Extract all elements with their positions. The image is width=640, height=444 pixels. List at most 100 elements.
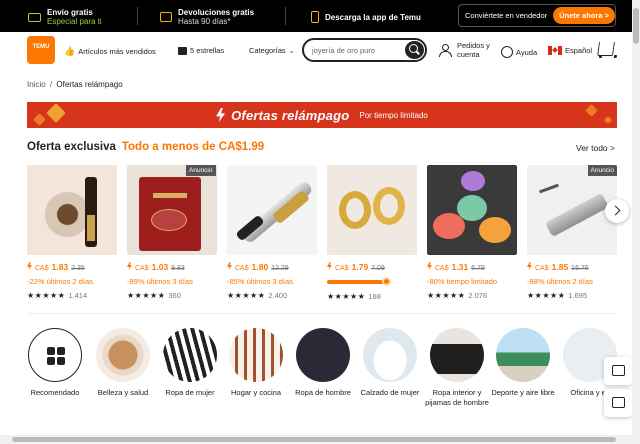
product-image-pen[interactable] (227, 165, 317, 255)
rating-row: ★★★★★ 360 (127, 291, 217, 300)
breadcrumb-home[interactable]: Inicio (27, 80, 46, 89)
join-now-button[interactable]: Únete ahora > (553, 7, 615, 24)
lightning-icon (27, 262, 32, 270)
vertical-scrollbar[interactable] (632, 0, 640, 444)
thumbs-up-icon: 👍 (64, 46, 76, 56)
leaf-decoration (585, 104, 598, 117)
price: 1.83 (51, 262, 69, 272)
free-returns-promo[interactable]: Devoluciones gratis Hasta 90 días* (160, 8, 254, 26)
horizontal-scrollbar[interactable] (0, 435, 632, 444)
scrollbar-thumb[interactable] (633, 8, 639, 44)
lightning-icon (427, 262, 432, 270)
price: 1.31 (451, 262, 469, 272)
become-seller-banner[interactable]: Conviértete en vendedor Únete ahora > (458, 4, 616, 27)
rating-row: ★★★★★ 1.414 (27, 291, 117, 300)
chat-button[interactable] (604, 357, 632, 385)
best-sellers-label: Artículos más vendidos (78, 47, 156, 56)
product-card[interactable]: CA$ 1.79 7.09 ★★★★★ 168 (327, 165, 417, 301)
help-label: Ayuda (516, 47, 538, 57)
truck-icon (28, 12, 41, 22)
returns-sub: Hasta 90 días* (178, 17, 231, 26)
user-icon (439, 44, 452, 57)
category-mens-underwear[interactable]: Ropa interior y pijamas de hombre (424, 328, 490, 408)
category-home-kitchen[interactable]: Hogar y cocina (223, 328, 289, 398)
category-womens-clothing[interactable]: Ropa de mujer (157, 328, 223, 398)
star-box-icon (178, 46, 187, 55)
product-image-mascara[interactable] (27, 165, 117, 255)
earring-left (339, 191, 371, 229)
leaf-decoration (603, 115, 613, 125)
carousel-next-button[interactable] (605, 199, 629, 223)
category-beauty[interactable]: Belleza y salud (90, 328, 156, 398)
product-card[interactable]: CA$ 1.03 9.83 -89% últimos 3 días ★★★★★ 360 (127, 165, 217, 300)
star-rating: ★★★★★ (527, 291, 566, 300)
free-shipping-promo[interactable]: Envío gratis Especial para ti (28, 8, 102, 26)
app-label: Descarga la app de Temu (325, 12, 421, 22)
scrollbar-thumb[interactable] (12, 437, 616, 442)
lightning-icon (127, 262, 132, 270)
category-mens-clothing[interactable]: Ropa de hombre (290, 328, 356, 398)
breadcrumb-current: Ofertas relámpago (56, 80, 123, 89)
old-price: 7.09 (371, 265, 385, 272)
category-label: Calzado de mujer (360, 388, 420, 397)
language-selector[interactable]: Español (548, 46, 592, 55)
categories-dropdown[interactable]: Categorías ⌄ (249, 46, 295, 55)
best-sellers-link[interactable]: 👍 Artículos más vendidos (64, 46, 156, 57)
review-count: 360 (168, 291, 181, 300)
divider (137, 7, 138, 25)
return-box-icon (160, 12, 172, 22)
flash-deals-banner[interactable]: Ofertas relámpago Por tiempo limitado (27, 102, 617, 128)
search-icon[interactable] (405, 41, 424, 59)
old-price: 12.29 (271, 265, 289, 272)
orders-account-link[interactable]: Pedidos y cuenta (439, 41, 499, 59)
returns-title: Devoluciones gratis (178, 8, 255, 17)
category-recommended[interactable]: Recomendado (22, 328, 88, 398)
product-card[interactable]: CA$ 1.83 2.35 -22% últimos 2 días ★★★★★ 1.4… (27, 165, 117, 300)
category-image (96, 328, 150, 382)
ad-badge: Anuncio (587, 165, 617, 176)
product-card[interactable]: CA$ 1.80 12.29 -85% últimos 3 días ★★★★★ 2.… (227, 165, 317, 300)
rating-row: ★★★★★ 168 (327, 292, 417, 301)
feedback-button[interactable] (604, 389, 632, 417)
download-app-link[interactable]: Descarga la app de Temu (311, 11, 421, 23)
help-link[interactable]: Ayuda (501, 46, 537, 58)
section-title-text: Oferta exclusiva (27, 141, 116, 153)
promo-topbar: Envío gratis Especial para ti Devolucione… (0, 0, 632, 32)
product-image-usb-hub[interactable]: Anuncio (527, 165, 617, 255)
banner-subtitle: Por tiempo limitado (359, 110, 428, 120)
product-card[interactable]: Anuncio CA$ 1.85 16.76 -88% últimos 2 días… (527, 165, 617, 300)
cart-icon[interactable] (597, 42, 615, 56)
chevron-down-icon: ⌄ (288, 47, 295, 55)
price: 1.85 (551, 262, 569, 272)
temu-logo[interactable]: TEMU (27, 36, 55, 64)
product-image-passport[interactable] (127, 165, 217, 255)
category-label: Belleza y salud (97, 388, 149, 397)
usb-cable (539, 183, 559, 194)
ad-badge: Anuncio (186, 165, 216, 176)
join-arrow: > (604, 11, 609, 20)
five-stars-label: 5 estrellas (190, 46, 225, 55)
breadcrumb-separator: / (49, 80, 53, 89)
old-price: 9.83 (171, 265, 185, 272)
usb-hub-body (544, 192, 610, 238)
price-row: CA$ 1.85 16.76 (527, 262, 617, 272)
old-price: 2.35 (71, 265, 85, 272)
category-sports-outdoors[interactable]: Deporte y aire libre (490, 328, 556, 398)
review-count: 1.695 (568, 291, 588, 300)
product-image-sponges[interactable] (427, 165, 517, 255)
view-all-link[interactable]: Ver todo > (576, 143, 615, 153)
orders-label: Pedidos y cuenta (457, 41, 490, 59)
grid-icon-circle (28, 328, 82, 382)
product-card[interactable]: CA$ 1.31 6.79 -80% tiempo limitado ★★★★★ 2.… (427, 165, 517, 300)
search-input[interactable]: joyería de oro puro (302, 38, 427, 62)
category-image (496, 328, 550, 382)
progress-knob (382, 277, 391, 286)
category-womens-shoes[interactable]: Calzado de mujer (357, 328, 423, 398)
five-stars-link[interactable]: 5 estrellas (178, 46, 224, 55)
category-label: Ropa interior y pijamas de hombre (425, 388, 489, 407)
lightning-icon (327, 262, 332, 270)
mascara-label (87, 215, 95, 241)
currency: CA$ (135, 265, 149, 272)
review-count: 168 (368, 292, 381, 301)
product-image-earrings[interactable] (327, 165, 417, 255)
